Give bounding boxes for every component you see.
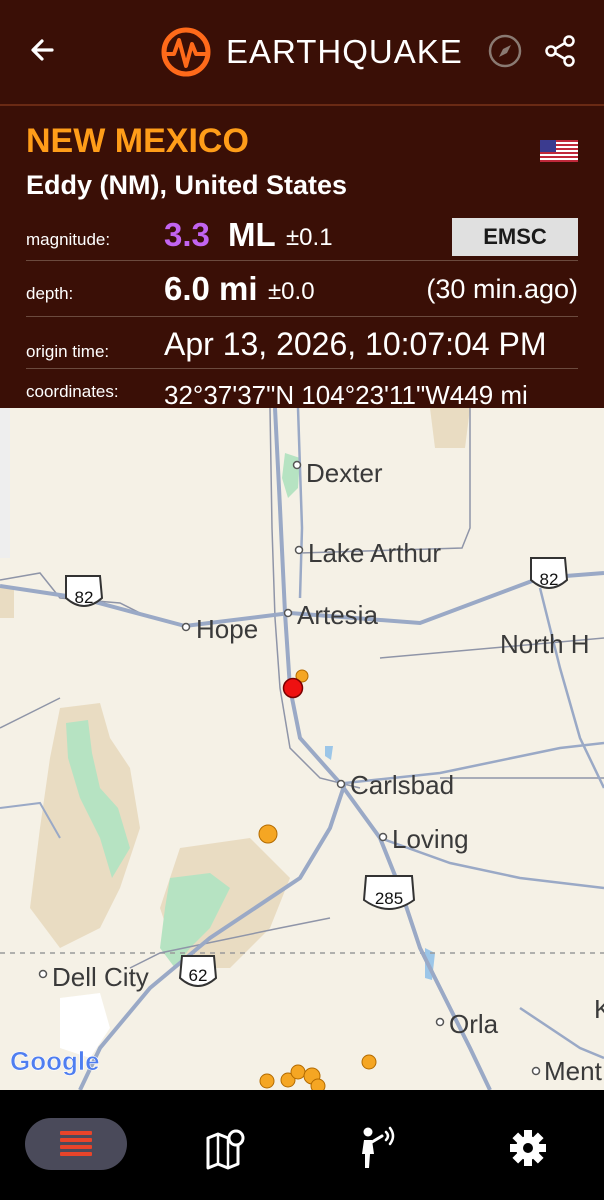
arrow-left-icon [31,39,54,61]
depth-row: depth: 6.0 mi ±0.0 (30 min.ago) [26,262,578,317]
origin-time-value: Apr 13, 2026, 10:07:04 PM [164,326,547,362]
source-badge[interactable]: EMSC [452,218,578,256]
map-label-ment: Ment [544,1056,603,1086]
svg-text:82: 82 [75,588,94,607]
quake-marker-orange[interactable] [310,1078,326,1090]
nav-felt-report-button[interactable] [350,1120,406,1176]
us-route-shield-82-west: 82 [65,575,104,607]
app-header: EARTHQUAKE [0,0,604,106]
region-title: NEW MEXICO [26,122,249,160]
depth-uncertainty: ±0.0 [268,278,315,305]
map-label-loving: Loving [392,824,469,854]
us-route-shield-82-east: 82 [530,557,569,589]
map-label-dexter: Dexter [306,458,383,488]
map-canvas: Dexter Lake Arthur Artesia Hope North H … [0,408,604,1090]
origin-time-label: origin time: [26,342,110,361]
nav-map-button[interactable] [198,1120,254,1176]
coordinates-label: coordinates: [26,382,119,401]
back-button[interactable] [24,30,64,70]
us-flag-icon [540,140,578,162]
map-label-k: K [594,994,604,1024]
magnitude-row: magnitude: 3.3 ML ±0.1 EMSC [26,216,578,261]
time-ago: (30 min.ago) [426,274,578,304]
map-label-carlsbad: Carlsbad [350,770,454,800]
app-title: EARTHQUAKE [226,33,463,70]
origin-time-row: origin time: Apr 13, 2026, 10:07:04 PM [26,318,578,369]
magnitude-value: 3.3 [164,216,210,253]
quake-marker-current[interactable] [282,677,304,699]
svg-text:82: 82 [540,570,559,589]
place-name: Eddy (NM), United States [26,170,348,200]
map-label-hope: Hope [196,614,258,644]
svg-text:285: 285 [375,889,403,908]
map-label-dell-city: Dell City [52,962,149,992]
us-route-shield-62: 62 [178,955,218,987]
share-icon[interactable] [543,34,577,68]
nav-settings-button[interactable] [500,1120,556,1176]
us-route-shield-285: 285 [362,875,416,910]
magnitude-type: ML [228,216,276,253]
magnitude-uncertainty: ±0.1 [286,224,333,251]
quake-marker-orange[interactable] [258,824,278,844]
earthquake-logo-icon [161,27,211,77]
depth-label: depth: [26,284,74,303]
quake-marker-orange[interactable] [259,1073,275,1089]
magnitude-label: magnitude: [26,230,111,249]
felt-report-icon [362,1126,395,1168]
map-label-artesia: Artesia [297,600,378,630]
quake-marker-orange[interactable] [361,1054,377,1070]
quake-marker-orange[interactable] [290,1064,306,1080]
settings-icon [510,1130,546,1166]
coordinates-row: coordinates: 32°37'37"N 104°23'11"W449 m… [26,370,578,408]
list-icon [60,1131,92,1156]
event-info-panel: NEW MEXICO Eddy (NM), United States magn… [0,106,604,408]
svg-text:62: 62 [189,966,208,985]
map-label-north-h: North H [500,629,590,659]
coordinates-value: 32°37'37"N 104°23'11"W449 mi [164,380,528,408]
bottom-navigation [0,1090,604,1200]
map-label-lake-arthur: Lake Arthur [308,538,441,568]
map-view[interactable]: Dexter Lake Arthur Artesia Hope North H … [0,408,604,1090]
map-pin-icon [206,1129,245,1170]
nav-list-button[interactable] [25,1118,127,1170]
map-label-orla: Orla [449,1009,499,1039]
compass-icon[interactable] [488,34,522,68]
depth-value: 6.0 mi [164,270,258,307]
google-watermark: Google [10,1046,100,1076]
